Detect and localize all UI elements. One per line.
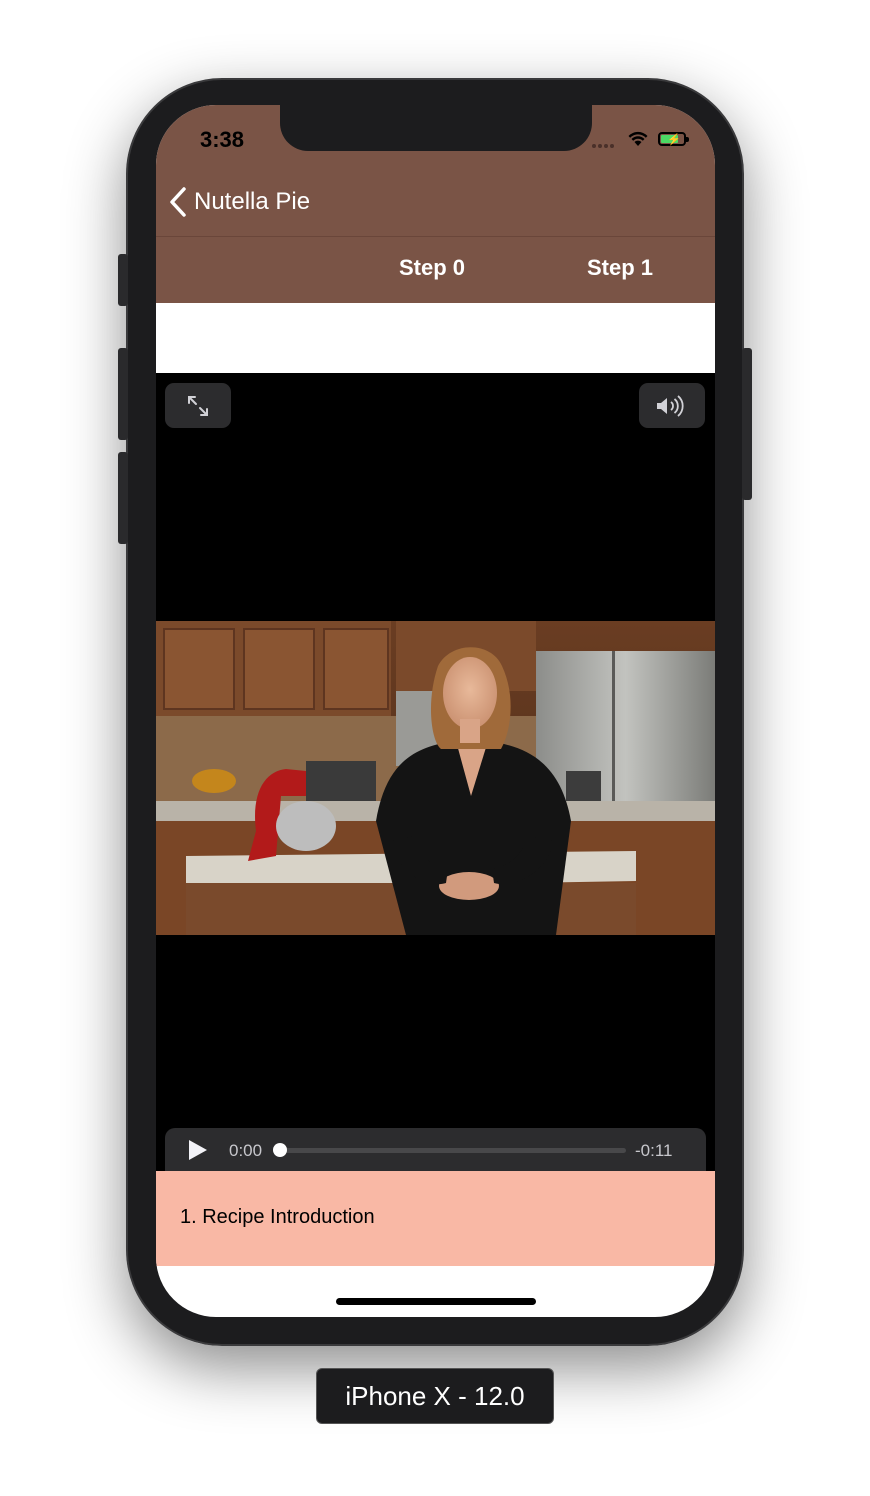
volume-down-button (118, 452, 128, 544)
scrubber-track[interactable] (281, 1148, 626, 1153)
notch (280, 105, 592, 151)
mute-button[interactable] (639, 383, 705, 428)
current-time: 0:00 (229, 1141, 263, 1160)
battery-icon: ⚡ (658, 132, 689, 146)
remaining-time: -0:11 (635, 1141, 673, 1160)
tab-step-1[interactable]: Step 1 (587, 255, 653, 281)
step-description: 1. Recipe Introduction (180, 1206, 375, 1228)
chevron-left-icon (170, 187, 186, 217)
fullscreen-button[interactable] (165, 383, 231, 428)
video-frame-image (156, 621, 715, 935)
power-button (742, 348, 752, 500)
playback-controls: 0:00 -0:11 (165, 1128, 706, 1171)
silent-switch (118, 254, 128, 306)
spacer (156, 303, 715, 373)
navigation-bar: Nutella Pie (156, 151, 715, 237)
scrubber-knob[interactable] (273, 1143, 287, 1157)
wifi-icon (628, 131, 648, 146)
simulator-device-label: iPhone X - 12.0 (316, 1368, 554, 1424)
home-indicator (336, 1298, 536, 1305)
back-button-label: Nutella Pie (194, 188, 311, 215)
step-list-item[interactable]: 1. Recipe Introduction (156, 1171, 715, 1266)
step-tab-bar: Step 0 Step 1 (156, 237, 715, 303)
play-icon[interactable] (185, 1138, 209, 1162)
screen: 3:38 ⚡ Nutella Pie Step 0 Step 1 0:00 -0… (156, 105, 715, 1317)
cellular-signal-icon (592, 135, 622, 148)
status-time: 3:38 (200, 127, 245, 152)
volume-icon (657, 394, 684, 417)
volume-up-button (118, 348, 128, 440)
fullscreen-icon (188, 395, 208, 416)
back-button[interactable]: Nutella Pie (166, 185, 310, 219)
tab-step-0[interactable]: Step 0 (399, 255, 465, 281)
video-player[interactable]: 0:00 -0:11 (156, 373, 715, 1171)
